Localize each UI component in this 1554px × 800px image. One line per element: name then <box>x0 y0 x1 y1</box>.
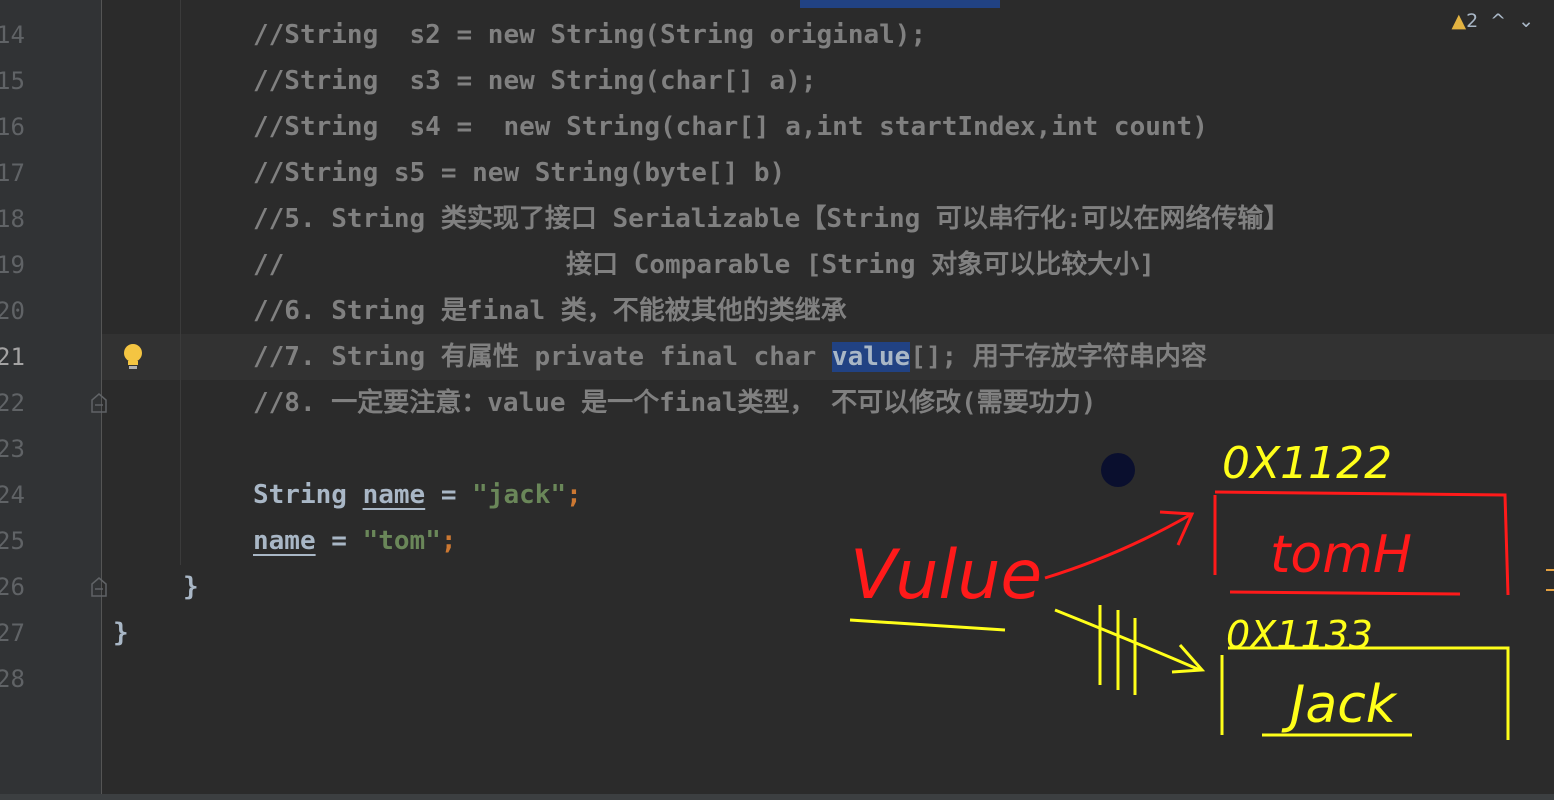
code-line-15: //String s3 = new String(char[] a); <box>253 66 817 96</box>
code-line-27: } <box>113 618 129 648</box>
semicolon: ; <box>440 526 457 556</box>
line-number: 26 <box>0 573 25 601</box>
box2-content: Jack <box>1281 675 1398 735</box>
type-keyword: String <box>253 480 347 510</box>
line-number-current: 21 <box>0 343 25 371</box>
next-highlight-icon[interactable]: ⌄ <box>1518 10 1534 32</box>
memory-box-2 <box>1220 646 1510 740</box>
pen-cursor-dot <box>1101 453 1135 487</box>
indent-guide <box>180 0 181 565</box>
variable-name[interactable]: name <box>253 526 316 556</box>
line-number: 27 <box>0 619 25 647</box>
lightbulb-icon[interactable] <box>120 342 146 372</box>
line-number: 20 <box>0 297 25 325</box>
yellow-arrow <box>1054 608 1201 672</box>
value-label: Vulue <box>850 536 1042 615</box>
string-literal: "jack" <box>472 480 567 510</box>
line-number: 19 <box>0 251 25 279</box>
red-arrowhead <box>1159 510 1195 546</box>
line-number: 16 <box>0 113 25 141</box>
bottom-edge <box>0 794 1554 800</box>
code-line-19: // 接口 Comparable [String 对象可以比较大小] <box>253 250 1155 280</box>
red-arrow <box>1044 513 1191 580</box>
code-line-25: name = "tom"; <box>253 518 457 564</box>
cross-out-strokes <box>1098 605 1137 695</box>
warning-icon: ▲ <box>1451 10 1467 32</box>
fold-end-icon[interactable] <box>90 576 108 598</box>
warning-indicator[interactable]: ▲2 ^ ⌄ <box>1451 10 1534 32</box>
line-number: 25 <box>0 527 25 555</box>
code-line-22: //8. 一定要注意：value 是一个final类型， 不可以修改(需要功力) <box>253 388 1097 418</box>
warning-count: 2 <box>1466 10 1479 32</box>
string-literal: "tom" <box>362 526 441 556</box>
operator: = <box>425 480 473 510</box>
code-line-16: //String s4 = new String(char[] a,int st… <box>253 112 1208 142</box>
selection-remnant <box>800 0 1000 8</box>
line-number: 24 <box>0 481 25 509</box>
address-label-2: 0X1133 <box>1226 613 1373 657</box>
code-line-14: //String s2 = new String(String original… <box>253 20 927 50</box>
code-line-20: //6. String 是final 类，不能被其他的类继承 <box>253 296 847 326</box>
code-line-18: //5. String 类实现了接口 Serializable【String 可… <box>253 204 1290 234</box>
value-underline <box>849 618 1006 632</box>
operator: = <box>315 526 363 556</box>
comment-text: []; 用于存放字符串内容 <box>910 342 1207 372</box>
line-number: 15 <box>0 67 25 95</box>
fold-end-icon[interactable] <box>90 392 108 414</box>
line-number-gutter[interactable]: 14 15 16 17 18 19 20 21 22 23 24 25 26 2… <box>0 0 102 800</box>
yellow-arrowhead <box>1171 644 1206 674</box>
semicolon: ; <box>566 480 582 510</box>
code-line-24: String name = "jack"; <box>253 472 582 518</box>
code-line-26: } <box>183 572 199 602</box>
memory-box-1 <box>1213 490 1510 596</box>
previous-highlight-icon[interactable]: ^ <box>1490 10 1506 32</box>
line-number: 22 <box>0 389 25 417</box>
line-number: 23 <box>0 435 25 463</box>
comment-text: //7. String 有属性 private final char <box>253 342 832 372</box>
address-label-1: 0X1122 <box>1222 438 1392 489</box>
code-line-21: //7. String 有属性 private final char value… <box>253 334 1207 380</box>
code-line-17: //String s5 = new String(byte[] b) <box>253 158 786 188</box>
line-number: 14 <box>0 21 25 49</box>
line-number: 17 <box>0 159 25 187</box>
variable-name[interactable]: name <box>363 480 426 510</box>
box1-content: tomH <box>1270 525 1412 585</box>
scrollbar-marks <box>1546 569 1554 591</box>
line-number: 18 <box>0 205 25 233</box>
selected-word[interactable]: value <box>831 342 911 372</box>
line-number: 28 <box>0 665 25 693</box>
